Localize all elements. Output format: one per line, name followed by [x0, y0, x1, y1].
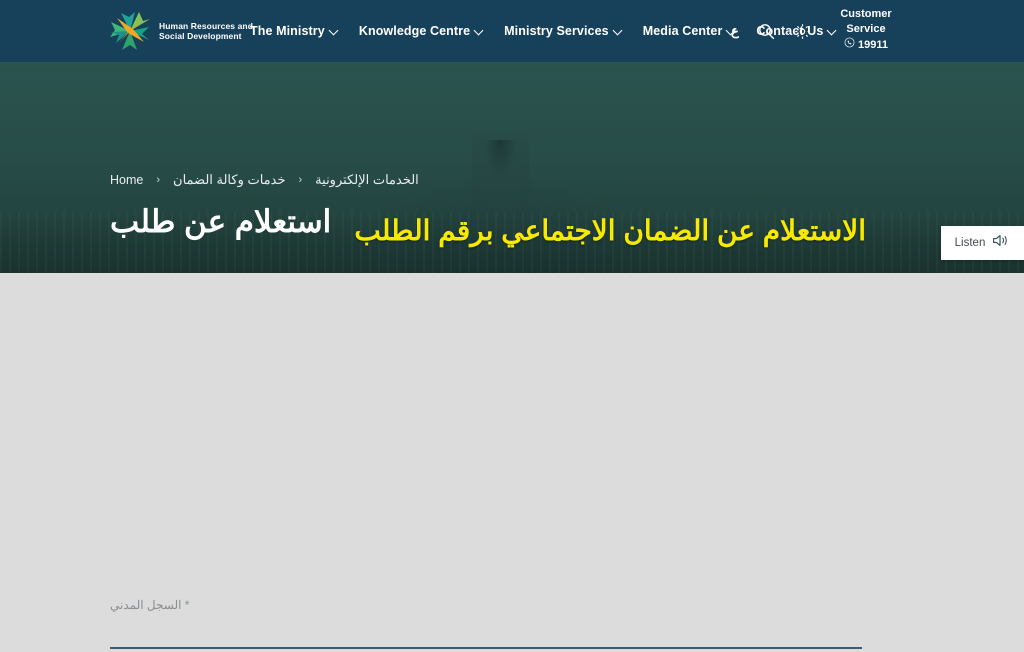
- language-toggle-arabic[interactable]: ع: [731, 23, 739, 39]
- breadcrumb-separator-icon: ›: [156, 174, 161, 186]
- chevron-down-icon: [330, 27, 338, 35]
- speaker-icon: [992, 233, 1010, 253]
- breadcrumb-item-guarantee-agency-services[interactable]: خدمات وكالة الضمان: [173, 172, 285, 188]
- site-header: Human Resources and Social Development T…: [0, 0, 1024, 62]
- breadcrumb-separator-icon: ›: [298, 174, 303, 186]
- customer-service-phone: 19911: [858, 38, 888, 51]
- customer-service-line2: Service: [846, 23, 886, 35]
- chevron-down-icon: [614, 27, 622, 35]
- nav-item-knowledge-centre[interactable]: Knowledge Centre: [359, 24, 483, 38]
- nav-item-the-ministry[interactable]: The Ministry: [250, 24, 338, 38]
- gear-icon[interactable]: [794, 23, 811, 40]
- nav-item-label: Media Center: [642, 24, 723, 38]
- customer-service-block[interactable]: Customer Service 19911: [822, 7, 910, 53]
- customer-service-phone-row[interactable]: 19911: [822, 37, 910, 53]
- nav-item-label: The Ministry: [250, 24, 325, 38]
- site-logo[interactable]: Human Resources and Social Development: [108, 9, 253, 53]
- national-id-label: * السجل المدني: [110, 598, 190, 612]
- nav-item-ministry-services[interactable]: Ministry Services: [504, 24, 622, 38]
- breadcrumb-item-electronic-services[interactable]: الخدمات الإلكترونية: [315, 172, 419, 188]
- breadcrumb-item-home[interactable]: Home: [110, 173, 143, 187]
- listen-widget[interactable]: Listen: [941, 226, 1024, 260]
- breadcrumb: Home › خدمات وكالة الضمان › الخدمات الإل…: [110, 172, 419, 188]
- logo-text-line2: Social Development: [159, 31, 242, 41]
- national-id-underline: [110, 647, 862, 649]
- national-id-input[interactable]: [110, 617, 862, 643]
- hero-subtitle: الاستعلام عن الضمان الاجتماعي برقم الطلب: [354, 215, 866, 246]
- logo-text: Human Resources and Social Development: [159, 21, 253, 42]
- listen-label: Listen: [954, 237, 986, 249]
- customer-service-line1: Customer: [840, 8, 892, 20]
- search-icon[interactable]: [758, 23, 775, 40]
- chevron-down-icon: [475, 27, 483, 35]
- nav-item-media-center[interactable]: Media Center: [643, 24, 736, 38]
- nav-item-label: Ministry Services: [504, 24, 609, 38]
- logo-text-line1: Human Resources and: [159, 20, 254, 31]
- nav-item-label: Knowledge Centre: [358, 24, 471, 38]
- header-icon-group: ع: [731, 0, 811, 62]
- phone-icon: [844, 37, 855, 53]
- hrsd-starburst-logo: [108, 9, 152, 53]
